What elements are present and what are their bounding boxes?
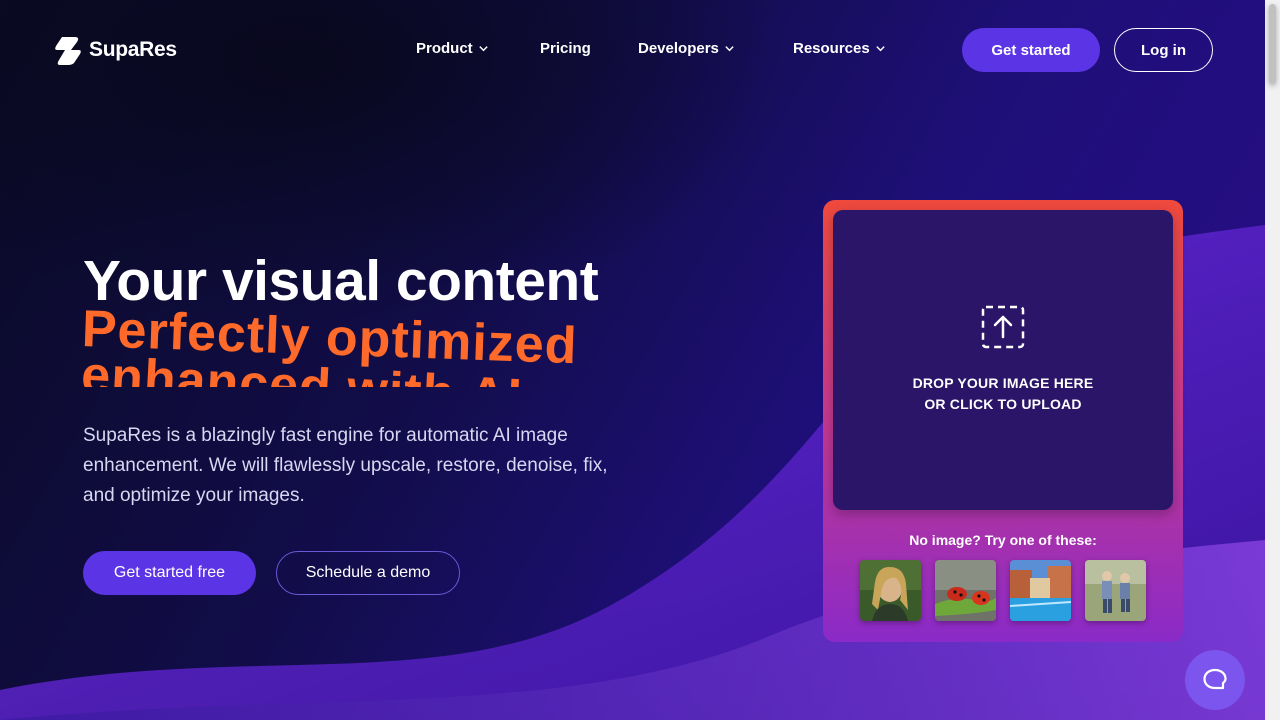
upload-icon — [981, 305, 1025, 349]
chevron-down-icon — [478, 46, 488, 52]
image-drop-zone[interactable]: DROP YOUR IMAGE HERE OR CLICK TO UPLOAD — [833, 210, 1173, 510]
drop-line-1: DROP YOUR IMAGE HERE — [912, 375, 1094, 391]
brand-name: SupaRes — [89, 38, 177, 61]
sample-thumbnails — [860, 560, 1146, 621]
chevron-down-icon — [725, 46, 734, 52]
page-scrollbar[interactable] — [1265, 0, 1280, 720]
upload-card: DROP YOUR IMAGE HERE OR CLICK TO UPLOAD … — [823, 200, 1183, 642]
get-started-free-button[interactable]: Get started free — [83, 551, 256, 595]
chat-icon — [1203, 668, 1227, 690]
brand-logo[interactable]: SupaRes — [53, 35, 177, 65]
nav-label: Pricing — [540, 40, 591, 57]
samples-label: No image? Try one of these: — [909, 532, 1097, 548]
rotating-headline: Perfectly optimized enhanced with AI — [83, 303, 683, 387]
nav-label: Product — [416, 40, 473, 57]
scrollbar-thumb[interactable] — [1269, 4, 1276, 84]
schedule-demo-button[interactable]: Schedule a demo — [276, 551, 460, 595]
sample-thumb-ladybug[interactable] — [935, 560, 996, 621]
nav-item-resources[interactable]: Resources — [793, 40, 886, 57]
hero-description: SupaRes is a blazingly fast engine for a… — [83, 425, 608, 506]
drop-instruction: DROP YOUR IMAGE HERE OR CLICK TO UPLOAD — [913, 373, 1094, 415]
login-button[interactable]: Log in — [1114, 28, 1213, 72]
sample-thumb-pool-village[interactable] — [1010, 560, 1071, 621]
nav-item-pricing[interactable]: Pricing — [540, 40, 591, 57]
get-started-button[interactable]: Get started — [962, 28, 1100, 72]
nav-label: Developers — [638, 40, 719, 57]
chevron-down-icon — [876, 46, 885, 52]
sample-thumb-portrait[interactable] — [860, 560, 921, 621]
nav-item-developers[interactable]: Developers — [638, 40, 735, 57]
nav-label: Resources — [793, 40, 870, 57]
drop-line-2: OR CLICK TO UPLOAD — [924, 396, 1082, 412]
sample-thumb-children[interactable] — [1085, 560, 1146, 621]
chat-support-button[interactable] — [1185, 650, 1245, 710]
logo-mark-icon — [55, 37, 81, 65]
nav-item-product[interactable]: Product — [416, 40, 489, 57]
